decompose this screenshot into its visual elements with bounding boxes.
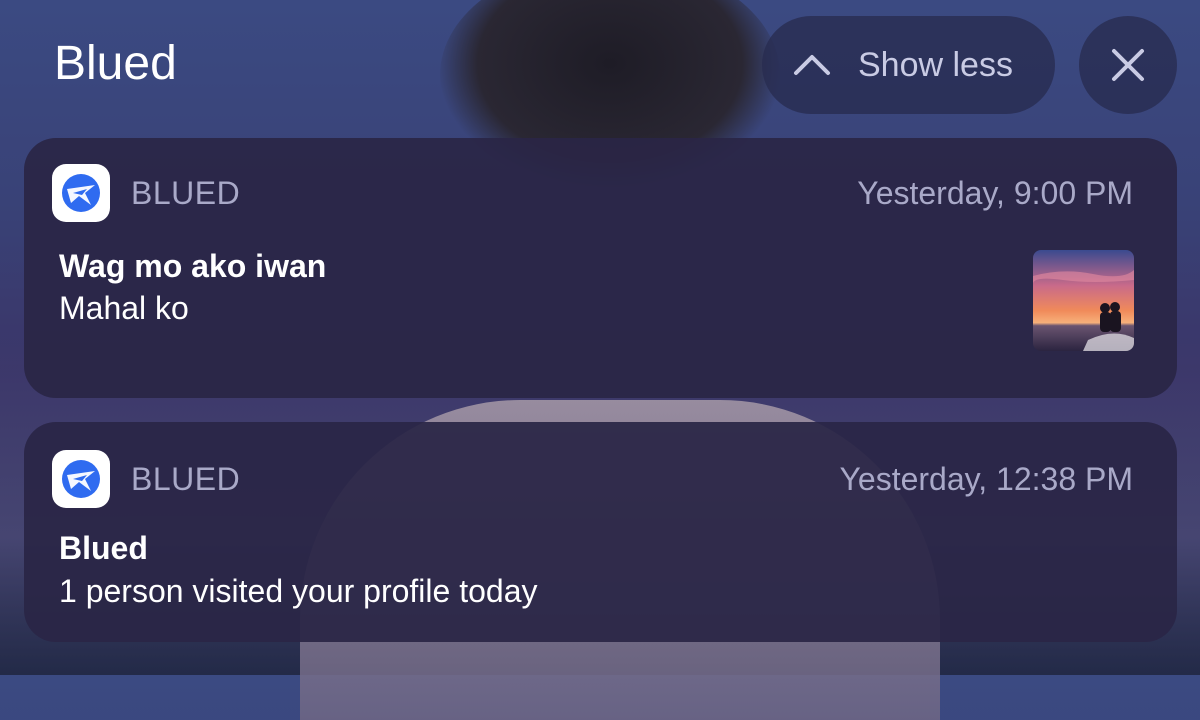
notification-title: Wag mo ako iwan — [59, 248, 327, 284]
notification-thumbnail — [1033, 250, 1134, 351]
notification-card[interactable]: BLUED Yesterday, 9:00 PM Wag mo ako iwan… — [24, 138, 1177, 398]
close-button[interactable] — [1079, 16, 1177, 114]
blued-app-icon — [52, 164, 110, 222]
app-name: BLUED — [131, 461, 241, 497]
notification-body: 1 person visited your profile today — [59, 573, 538, 609]
show-less-label: Show less — [858, 45, 1013, 84]
notification-card[interactable]: BLUED Yesterday, 12:38 PM Blued 1 person… — [24, 422, 1177, 642]
group-title: Blued — [54, 37, 177, 90]
notification-body: Mahal ko — [59, 290, 189, 326]
show-less-button[interactable]: Show less — [762, 16, 1055, 114]
notification-title: Blued — [59, 530, 148, 566]
app-name: BLUED — [131, 175, 241, 211]
chevron-up-icon — [794, 55, 830, 75]
notification-time: Yesterday, 9:00 PM — [857, 175, 1133, 211]
close-icon — [1112, 49, 1144, 81]
notification-time: Yesterday, 12:38 PM — [839, 461, 1133, 497]
blued-app-icon — [52, 450, 110, 508]
